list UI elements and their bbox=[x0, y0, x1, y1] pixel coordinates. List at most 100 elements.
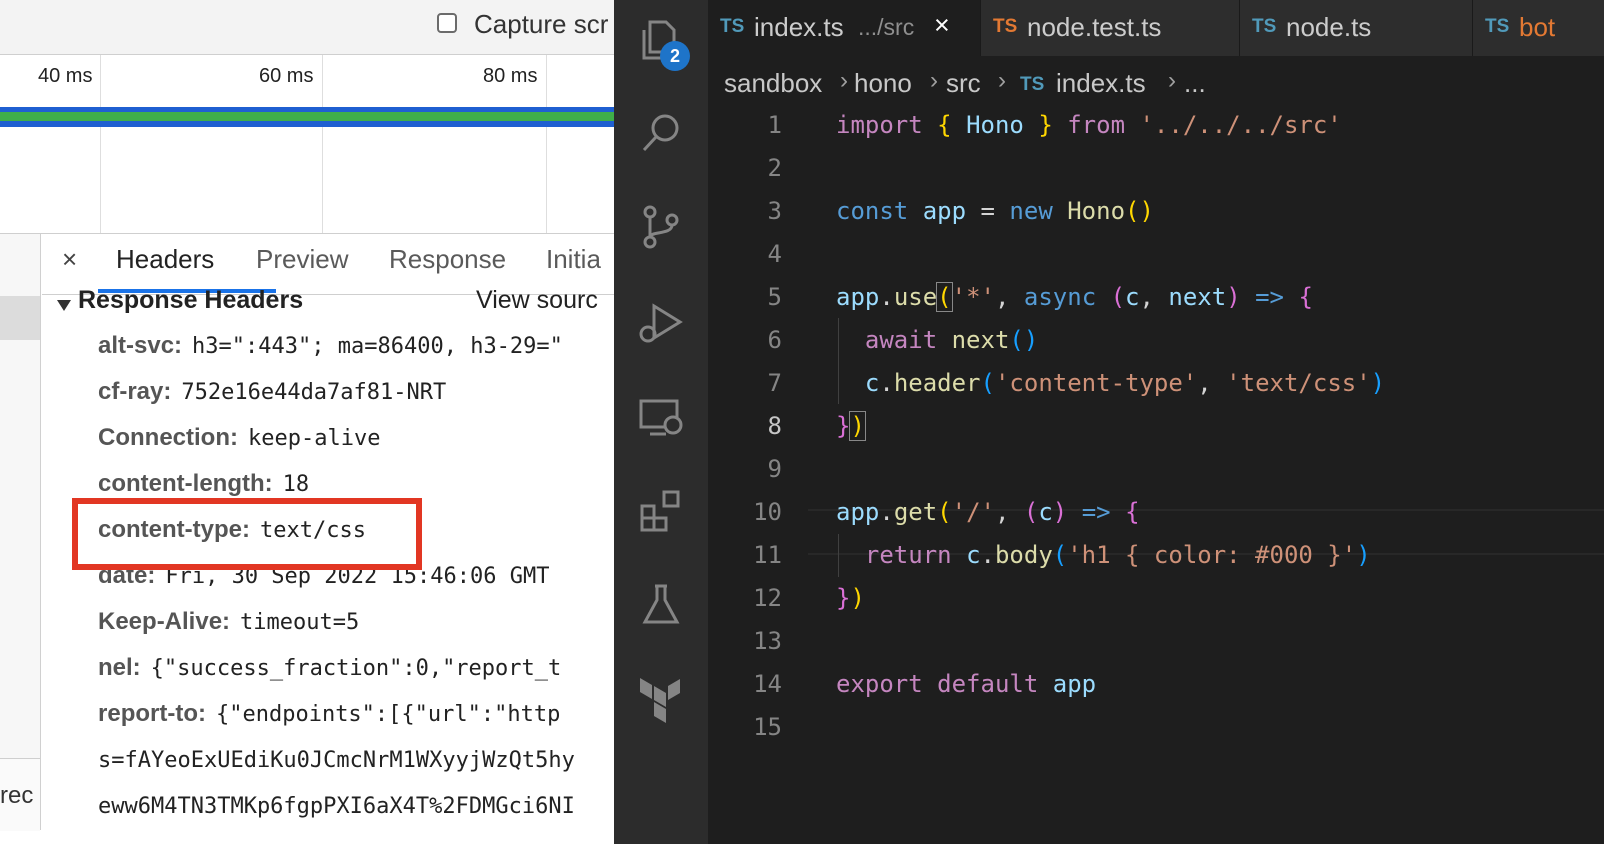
close-tab-icon[interactable]: × bbox=[934, 10, 950, 41]
collapse-caret-icon[interactable] bbox=[57, 300, 71, 311]
view-source-link[interactable]: View sourc bbox=[476, 286, 598, 315]
token: } bbox=[836, 584, 851, 612]
token: { bbox=[937, 111, 952, 139]
line-number: 9 bbox=[767, 455, 782, 483]
token: c bbox=[966, 541, 981, 569]
token: c bbox=[1125, 283, 1140, 311]
breadcrumb-item[interactable]: src bbox=[946, 68, 981, 99]
highlight-annotation-box bbox=[72, 498, 422, 570]
capture-screenshots-checkbox[interactable] bbox=[437, 13, 457, 33]
code-line: const app = new Hono() bbox=[836, 197, 1154, 225]
tab-headers[interactable]: Headers bbox=[116, 244, 214, 275]
testing-flask-icon[interactable] bbox=[636, 580, 686, 630]
header-value: keep-alive bbox=[247, 426, 381, 451]
token: 'content-type' bbox=[994, 369, 1198, 397]
section-title[interactable]: Response Headers bbox=[78, 286, 303, 315]
line-number: 2 bbox=[767, 154, 782, 182]
header-row: nel: {"success_fraction":0,"report_t bbox=[98, 654, 561, 688]
header-name: report-to: bbox=[98, 700, 206, 727]
network-toolbar: Capture scr bbox=[0, 0, 614, 55]
tab-bot[interactable]: TS bot bbox=[1473, 0, 1604, 56]
token: default bbox=[937, 670, 1039, 698]
line-number: 7 bbox=[767, 369, 782, 397]
chevron-right-icon: › bbox=[998, 67, 1006, 94]
header-value: h3=":443"; ma=86400, h3-29=" bbox=[192, 334, 563, 359]
code-line: app.use('*', async (c, next) => { bbox=[836, 282, 1313, 312]
tick-gridline bbox=[322, 55, 323, 233]
header-value: 752e16e44da7af81-NRT bbox=[181, 380, 447, 405]
token: ) bbox=[1370, 369, 1386, 397]
code-editor[interactable]: 1 2 3 4 5 6 7 8 9 10 11 12 13 14 15 impo… bbox=[708, 106, 1604, 844]
token: ( bbox=[936, 282, 953, 312]
tab-node-test-ts[interactable]: TS node.test.ts bbox=[981, 0, 1240, 56]
header-row: report-to: {"endpoints":[{"url":"http bbox=[98, 700, 560, 734]
typescript-file-icon: TS bbox=[1020, 74, 1045, 95]
line-number: 10 bbox=[753, 498, 782, 526]
line-number: 5 bbox=[767, 283, 782, 311]
token: . bbox=[879, 283, 894, 311]
line-number: 14 bbox=[753, 670, 782, 698]
token: Hono bbox=[1067, 197, 1126, 225]
header-row: Connection: keep-alive bbox=[98, 424, 380, 458]
token: return bbox=[864, 541, 952, 569]
token: { bbox=[1125, 498, 1140, 526]
breadcrumb-item[interactable]: sandbox bbox=[724, 68, 822, 99]
terraform-icon[interactable] bbox=[636, 674, 686, 724]
typescript-file-icon: TS bbox=[1252, 16, 1277, 37]
tab-node-ts[interactable]: TS node.ts bbox=[1240, 0, 1473, 56]
tick-gridline bbox=[100, 55, 101, 233]
token: next bbox=[1168, 283, 1227, 311]
search-icon[interactable] bbox=[636, 108, 686, 158]
token: app bbox=[836, 498, 880, 526]
token: body bbox=[994, 541, 1053, 569]
tick-label: 60 ms bbox=[259, 65, 314, 87]
header-value: timeout=5 bbox=[240, 610, 360, 635]
close-details-icon[interactable]: × bbox=[62, 244, 77, 275]
header-name: Keep-Alive: bbox=[98, 608, 231, 635]
code-line: return c.body('h1 { color: #000 }') bbox=[836, 541, 1371, 569]
header-name: nel: bbox=[98, 654, 141, 681]
remote-explorer-icon[interactable] bbox=[636, 392, 686, 442]
token: export bbox=[836, 670, 923, 698]
line-number: 4 bbox=[767, 240, 782, 268]
chevron-right-icon: › bbox=[1168, 67, 1176, 94]
extensions-icon[interactable] bbox=[636, 486, 686, 536]
tab-response[interactable]: Response bbox=[389, 244, 506, 275]
tab-preview[interactable]: Preview bbox=[256, 244, 348, 275]
header-row: Keep-Alive: timeout=5 bbox=[98, 608, 359, 642]
tab-initiator[interactable]: Initia bbox=[546, 244, 601, 275]
tab-index-ts[interactable]: TS index.ts .../src × bbox=[708, 0, 981, 56]
tick-label: 40 ms bbox=[38, 65, 93, 87]
token: const bbox=[836, 197, 909, 225]
chevron-right-icon: › bbox=[930, 67, 938, 94]
run-debug-icon[interactable] bbox=[636, 298, 686, 348]
tab-filename: bot bbox=[1519, 12, 1556, 42]
waterfall-bar-green bbox=[0, 112, 614, 121]
token: () bbox=[1009, 326, 1039, 354]
selected-request-row[interactable] bbox=[0, 296, 40, 340]
token: ) bbox=[849, 411, 866, 441]
token: } bbox=[836, 412, 851, 440]
line-number: 12 bbox=[753, 584, 782, 612]
token: c bbox=[864, 369, 880, 397]
request-list: rec bbox=[0, 234, 41, 831]
token: ( bbox=[1052, 541, 1068, 569]
breadcrumb-item[interactable]: ... bbox=[1184, 68, 1206, 99]
token: '../../../src' bbox=[1139, 111, 1342, 139]
token: => bbox=[1255, 283, 1285, 311]
header-value-continuation: eww6M4TN3TMKp6fgpPXI6aX4T%2FDMGci6NI bbox=[98, 794, 575, 819]
code-line: }) bbox=[836, 584, 865, 612]
token: c bbox=[1038, 498, 1053, 526]
token: , bbox=[994, 498, 1010, 526]
code-line: app.get('/', (c) => { bbox=[836, 498, 1140, 526]
editor: TS index.ts .../src × TS node.test.ts TS… bbox=[708, 0, 1604, 844]
token: () bbox=[1125, 197, 1154, 225]
token: ( bbox=[1110, 283, 1126, 311]
token: ( bbox=[980, 369, 995, 397]
breadcrumb-item[interactable]: hono bbox=[854, 68, 912, 99]
source-control-icon[interactable] bbox=[636, 202, 686, 252]
request-list-status-text: rec bbox=[0, 782, 34, 809]
tab-filename: node.test.ts bbox=[1027, 12, 1162, 42]
token: , bbox=[994, 283, 1010, 311]
breadcrumb-item[interactable]: index.ts bbox=[1056, 68, 1146, 99]
